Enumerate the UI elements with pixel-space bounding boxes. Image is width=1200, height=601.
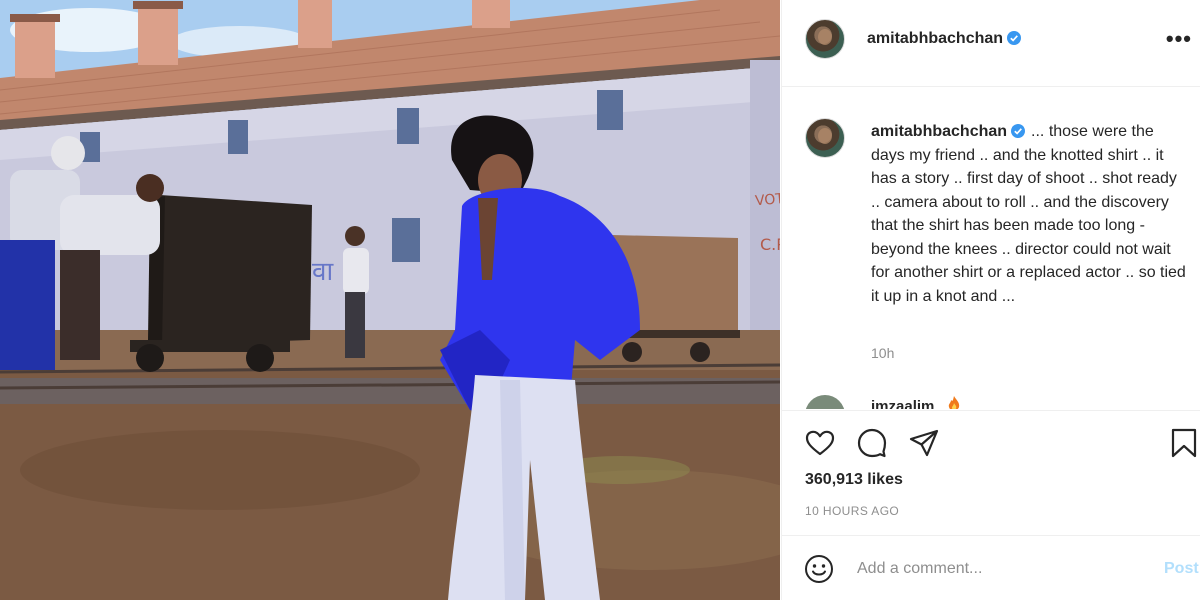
fire-emoji-icon: [948, 396, 960, 409]
commenter-avatar[interactable]: [805, 395, 845, 409]
svg-text:वा: वा: [312, 257, 334, 287]
verified-badge-icon: [1011, 124, 1026, 138]
comment-input[interactable]: [857, 556, 1147, 582]
post-photo[interactable]: VOTE C.P वा: [0, 0, 780, 600]
more-options-button[interactable]: •••: [1166, 28, 1192, 50]
post-actions: 360,913 likes 10 HOURS AGO: [782, 410, 1200, 535]
comment-button[interactable]: [856, 427, 888, 459]
add-comment-bar: Post: [782, 535, 1200, 601]
caption-username[interactable]: amitabhbachchan: [871, 123, 1007, 140]
post-image: VOTE C.P वा: [0, 0, 780, 600]
comment-icon: [857, 428, 887, 458]
caption: amitabhbachchan... those were the days m…: [871, 120, 1189, 308]
heart-icon: [805, 430, 835, 456]
caption-avatar[interactable]: [805, 118, 845, 158]
author-avatar[interactable]: [805, 19, 845, 59]
smiley-icon: [805, 555, 833, 583]
comments-section: amitabhbachchan... those were the days m…: [782, 87, 1200, 409]
caption-timestamp[interactable]: 10h: [871, 345, 894, 361]
post-timestamp[interactable]: 10 HOURS AGO: [805, 504, 899, 518]
caption-text: ... those were the days my friend .. and…: [871, 123, 1186, 305]
post-header: amitabhbachchan •••: [782, 0, 1200, 87]
svg-text:C.P: C.P: [760, 235, 780, 254]
share-button[interactable]: [908, 427, 940, 459]
commenter-username[interactable]: imzaalim: [871, 398, 934, 409]
save-button[interactable]: [1168, 427, 1200, 459]
author-username[interactable]: amitabhbachchan: [867, 30, 1022, 48]
emoji-picker-button[interactable]: [804, 554, 834, 584]
post-comment-button[interactable]: Post: [1164, 560, 1199, 578]
post-side-panel: amitabhbachchan ••• amitabhbachchan... t…: [781, 0, 1200, 600]
comment-item: imzaalim: [805, 395, 1185, 409]
verified-badge-icon: [1007, 31, 1022, 45]
author-username-text[interactable]: amitabhbachchan: [867, 30, 1003, 47]
svg-text:VOTE: VOTE: [754, 190, 780, 209]
like-button[interactable]: [804, 427, 836, 459]
bookmark-icon: [1171, 428, 1197, 458]
likes-count[interactable]: 360,913 likes: [805, 471, 903, 489]
share-icon: [909, 429, 939, 457]
